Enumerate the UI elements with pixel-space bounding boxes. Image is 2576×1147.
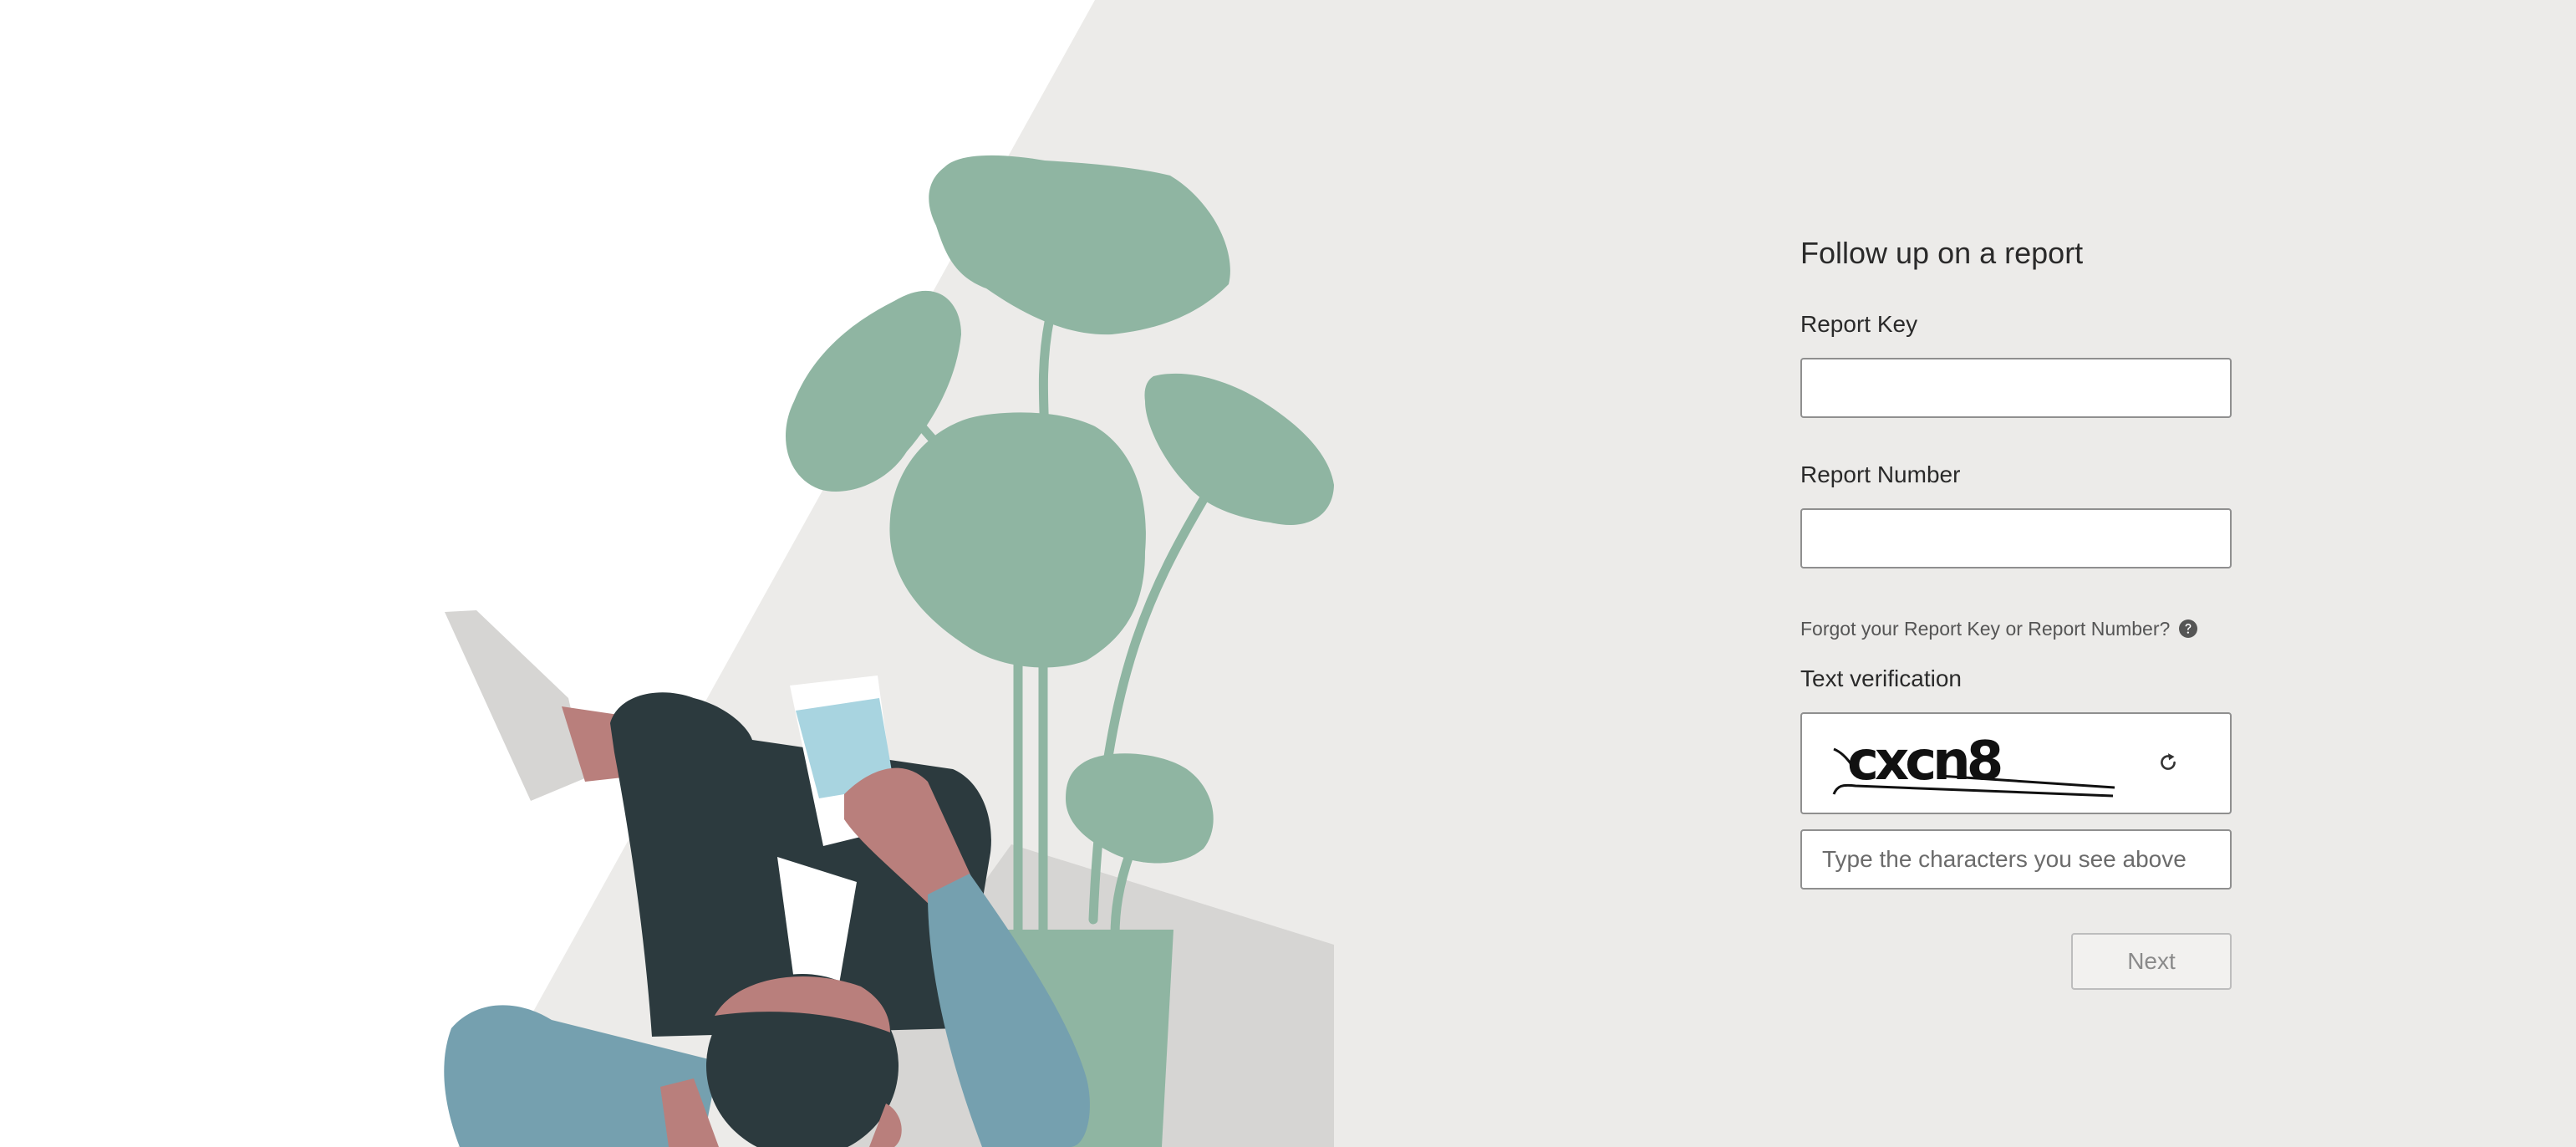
svg-text:cxcn8: cxcn8: [1847, 731, 2001, 793]
person-with-plant-illustration: [444, 0, 1334, 1147]
report-number-label: Report Number: [1800, 461, 1961, 487]
page-title: Follow up on a report: [1800, 236, 2084, 270]
captcha-box: cxcn8: [1800, 712, 2232, 814]
captcha-input[interactable]: [1800, 829, 2232, 890]
follow-up-form: Follow up on a report Report Key Report …: [1800, 232, 2235, 990]
captcha-refresh-button[interactable]: [2151, 746, 2185, 779]
question-circle-icon[interactable]: [2178, 619, 2198, 639]
forgot-row: Forgot your Report Key or Report Number?: [1800, 612, 2198, 645]
report-number-input[interactable]: [1800, 508, 2232, 568]
text-verification-label: Text verification: [1800, 665, 1962, 691]
forgot-key-link[interactable]: Forgot your Report Key or Report Number?: [1800, 618, 2170, 640]
report-key-label: Report Key: [1800, 311, 1918, 337]
illustration-panel: [0, 0, 1334, 1147]
next-button[interactable]: Next: [2071, 933, 2232, 990]
captcha-image: cxcn8: [1832, 731, 2115, 798]
form-panel: Follow up on a report Report Key Report …: [1334, 0, 2576, 1147]
report-key-input[interactable]: [1800, 358, 2232, 418]
refresh-icon: [2161, 753, 2176, 770]
